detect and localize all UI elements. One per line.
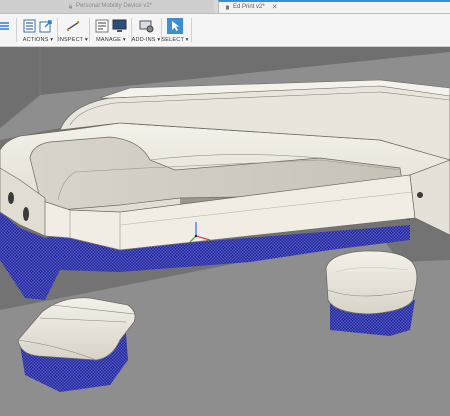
toolbar-group-add-ins[interactable]: ADD-INS ▾ bbox=[132, 14, 161, 46]
list-settings-icon[interactable] bbox=[95, 19, 109, 33]
tab-label: Ed Print v2* bbox=[233, 4, 265, 10]
toolbar-label-actions[interactable]: ACTIONS ▾ bbox=[23, 37, 54, 43]
list-icon[interactable] bbox=[23, 19, 36, 33]
document-tab-bar: Personal Mobility Device v2* Ed Print v2… bbox=[0, 0, 450, 14]
viewport-canvas[interactable] bbox=[0, 47, 450, 416]
gear-monitor-icon[interactable] bbox=[139, 19, 154, 33]
part-hole bbox=[23, 207, 29, 221]
toolbar-label-manage[interactable]: MANAGE ▾ bbox=[96, 37, 126, 43]
ribbon-toolbar: ACTIONS ▾ INSPECT ▾ MANAGE ▾ ADD-INS ▾ S… bbox=[0, 14, 450, 47]
part-hole bbox=[8, 192, 14, 204]
close-tab-icon[interactable]: ✕ bbox=[272, 1, 278, 14]
part-hole bbox=[417, 192, 423, 198]
tab-ed-print[interactable]: Ed Print v2* ✕ bbox=[218, 0, 450, 13]
3d-viewport[interactable] bbox=[0, 47, 450, 416]
measure-icon[interactable] bbox=[65, 19, 81, 33]
toolbar-group-select[interactable]: SELECT ▾ bbox=[161, 14, 188, 46]
toolbar-group-inspect[interactable]: INSPECT ▾ bbox=[58, 14, 88, 46]
document-icon bbox=[226, 5, 229, 10]
toolbar-label-inspect[interactable]: INSPECT ▾ bbox=[58, 37, 88, 43]
monitor-icon[interactable] bbox=[112, 19, 127, 33]
toolbar-label-add-ins[interactable]: ADD-INS ▾ bbox=[132, 37, 161, 43]
tab-label: Personal Mobility Device v2* bbox=[75, 3, 153, 9]
cursor-select-icon[interactable] bbox=[167, 18, 183, 34]
toolbar-group-actions[interactable]: ACTIONS ▾ bbox=[20, 14, 56, 46]
tab-personal-mobility-device[interactable]: Personal Mobility Device v2* bbox=[0, 0, 214, 13]
part-cushion bbox=[325, 250, 418, 315]
lock-icon bbox=[68, 4, 72, 9]
toolbar-label-select[interactable]: SELECT ▾ bbox=[161, 37, 188, 43]
export-icon[interactable] bbox=[39, 19, 53, 33]
toolbar-partial-group[interactable] bbox=[0, 14, 12, 46]
layers-icon[interactable] bbox=[0, 19, 11, 33]
toolbar-group-manage[interactable]: MANAGE ▾ bbox=[92, 14, 130, 46]
